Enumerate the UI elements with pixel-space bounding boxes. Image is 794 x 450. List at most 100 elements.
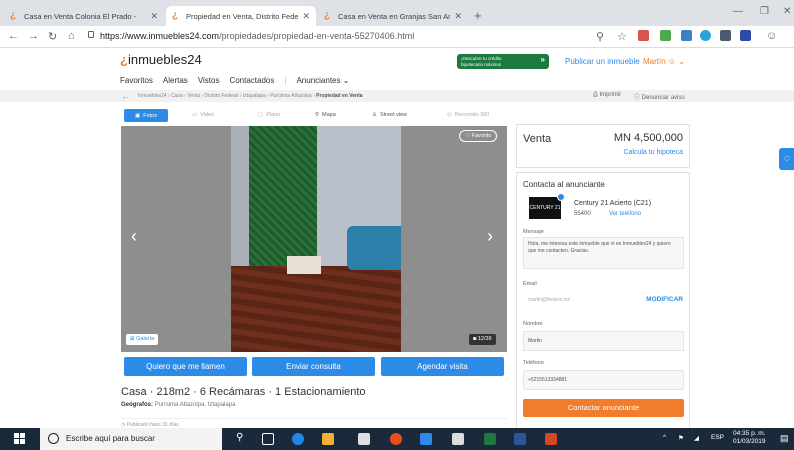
minimize-icon[interactable]: — (733, 6, 743, 17)
modify-email-button[interactable]: MODIFICAR (646, 296, 683, 303)
browser-tab[interactable]: ¿ Casa en Venta en Granjas San An ✕ (318, 6, 468, 26)
print-label: Imprimir (599, 92, 622, 98)
volume-icon[interactable]: ◢ (694, 434, 699, 442)
url-bar[interactable]: https://www.inmuebles24.com/propiedades/… (100, 31, 414, 41)
clock-date: 01/03/2019 (733, 438, 766, 445)
taskbar-search[interactable]: Escribe aquí para buscar (40, 428, 222, 450)
breadcrumb: ← Inmuebles24 › Casa › Venta › Distrito … (0, 90, 794, 102)
phone-field[interactable]: +5215513334881 (523, 370, 684, 390)
forward-icon[interactable]: → (28, 30, 39, 42)
tab-label: Plano (266, 112, 281, 118)
user-menu[interactable]: Martín ☺ ⌄ (643, 57, 685, 66)
property-photo[interactable] (231, 126, 401, 352)
photos-icon[interactable] (452, 433, 464, 445)
360-icon: ◎ (447, 112, 452, 118)
contact-advertiser-button[interactable]: Contactar anunciante (523, 399, 684, 417)
location-value: Purísima Atlazolpa, Iztapalapa (154, 402, 236, 408)
word-icon[interactable] (514, 433, 526, 445)
calendar-icon[interactable] (358, 433, 370, 445)
windows-taskbar: Escribe aquí para buscar ⚲ ^ ⚑ ◢ ESP 04:… (0, 428, 794, 450)
extension-icon[interactable] (700, 30, 711, 41)
nav-alertas[interactable]: Alertas (163, 76, 188, 85)
back-arrow-icon[interactable]: ← (121, 91, 130, 101)
report-button[interactable]: ⓘ Denunciar aviso (634, 92, 685, 101)
notifications-icon[interactable]: ▤ (780, 433, 789, 444)
print-button[interactable]: ⎙ Imprimir (593, 92, 621, 99)
close-icon[interactable]: ✕ (302, 11, 310, 22)
agency-name[interactable]: Century 21 Acierto (C21) (574, 200, 651, 207)
extension-icon[interactable] (720, 30, 731, 41)
language-indicator[interactable]: ESP (711, 434, 724, 441)
publish-listing-link[interactable]: Publicar un inmueble (565, 57, 640, 66)
browser-tabstrip: ¿ Casa en Venta Colonia El Prado - ✕ ¿ P… (0, 0, 794, 26)
floorplan-icon: ▢ (258, 112, 264, 118)
extension-icon[interactable] (660, 30, 671, 41)
browser-tab-active[interactable]: ¿ Propiedad en Venta, Distrito Fede ✕ (166, 6, 316, 26)
nav-anunciantes[interactable]: Anunciantes ⌄ (296, 76, 349, 85)
nav-contactados[interactable]: Contactados (229, 76, 274, 85)
chrome-icon[interactable] (390, 433, 402, 445)
show-hidden-icons-icon[interactable]: ^ (663, 434, 666, 441)
nav-favoritos[interactable]: Favoritos (120, 76, 153, 85)
mortgage-promo-button[interactable]: ¡Descubre tu crédito hipotecario máximo!… (457, 54, 549, 69)
photo-wall (231, 126, 249, 271)
breadcrumb-links: Inmuebles24 › Casa › Venta › Distrito Fe… (138, 93, 315, 99)
reload-icon[interactable]: ↻ (48, 30, 57, 43)
new-tab-button[interactable]: + (474, 8, 482, 23)
tab-mapa[interactable]: ⚲ Mapa (315, 112, 336, 118)
site-logo[interactable]: ¿inmuebles24 (120, 52, 202, 67)
taskbar-clock[interactable]: 04:35 p. m. 01/03/2019 (733, 430, 766, 446)
location-label: Geógrafos: (121, 402, 154, 408)
lock-icon[interactable] (88, 31, 94, 38)
request-call-button[interactable]: Quiero que me llamen (124, 357, 247, 376)
breadcrumb-path[interactable]: Inmuebles24 › Casa › Venta › Distrito Fe… (138, 93, 363, 99)
mortgage-calculator-link[interactable]: Calcula tu hipoteca (623, 149, 683, 156)
show-phone-link[interactable]: Ver teléfono (609, 211, 641, 217)
network-icon[interactable]: ⚑ (678, 434, 684, 442)
chat-icon[interactable]: ◌ (779, 148, 794, 170)
task-view-icon[interactable] (262, 433, 274, 445)
search-page-icon[interactable]: ⚲ (596, 30, 604, 43)
tab-recorrido-360[interactable]: ◎ Recorrido 360 (447, 112, 489, 118)
double-chevron-icon: » (540, 55, 545, 64)
gallery-button[interactable]: ⊞ Galería (126, 334, 159, 345)
tab-video[interactable]: ▭ Video (192, 112, 214, 118)
nav-vistos[interactable]: Vistos (198, 76, 220, 85)
back-icon[interactable]: ← (8, 30, 19, 42)
home-icon[interactable]: ⌂ (68, 30, 75, 42)
schedule-visit-button[interactable]: Agendar visita (381, 357, 504, 376)
browser-tab[interactable]: ¿ Casa en Venta Colonia El Prado - ✕ (4, 6, 164, 26)
chevron-left-icon[interactable]: ‹ (131, 226, 137, 247)
profile-icon[interactable]: ☺ (766, 30, 777, 42)
bookmark-star-icon[interactable]: ☆ (617, 30, 627, 43)
close-window-icon[interactable]: ✕ (783, 6, 791, 17)
windows-start-icon[interactable] (14, 433, 25, 444)
app-icon[interactable] (420, 433, 432, 445)
excel-icon[interactable] (484, 433, 496, 445)
powerpoint-icon[interactable] (545, 433, 557, 445)
tab-street-view[interactable]: ♙ Street view (372, 112, 407, 118)
microphone-icon[interactable]: ⚲ (236, 432, 243, 443)
chevron-right-icon[interactable]: › (487, 226, 493, 247)
cortana-icon (48, 433, 59, 444)
extension-icon[interactable] (740, 30, 751, 41)
tab-fotos[interactable]: ▣ Fotos (124, 109, 168, 122)
message-textarea[interactable]: Hola, me interesa este inmueble que vi e… (523, 237, 684, 269)
close-icon[interactable]: ✕ (454, 11, 462, 22)
extension-icon[interactable] (638, 30, 649, 41)
file-explorer-icon[interactable] (322, 433, 334, 445)
tab-plano[interactable]: ▢ Plano (258, 112, 280, 118)
extension-icon[interactable] (681, 30, 692, 41)
agency-logo[interactable]: CENTURY 21 (529, 197, 561, 219)
photo-gallery[interactable]: ‹ › ♡ Favorito ⊞ Galería ◙ 12/36 (121, 126, 507, 352)
close-icon[interactable]: ✕ (150, 11, 158, 22)
favorite-button[interactable]: ♡ Favorito (459, 130, 498, 142)
name-field[interactable]: Martin (523, 331, 684, 351)
tab-title: Casa en Venta en Granjas San An (338, 11, 451, 21)
price-card: Venta MN 4,500,000 Calcula tu hipoteca (516, 124, 690, 168)
url-path: /propiedades/propiedad-en-venta-55270406… (219, 31, 415, 41)
phone-label: Teléfono (523, 360, 544, 366)
edge-icon[interactable] (292, 433, 304, 445)
send-inquiry-button[interactable]: Enviar consulta (252, 357, 375, 376)
maximize-icon[interactable]: ❐ (760, 6, 769, 17)
